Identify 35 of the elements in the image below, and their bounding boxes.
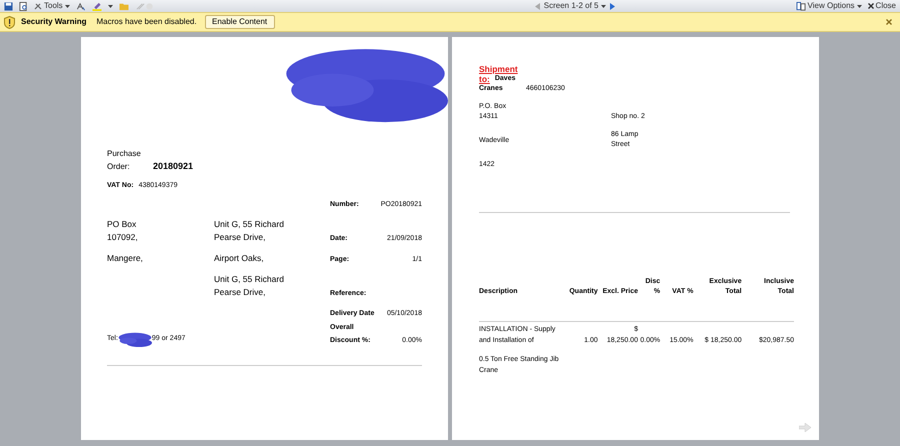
- highlighter-icon[interactable]: [92, 2, 102, 10]
- address-line: Airport Oaks,: [214, 252, 265, 264]
- close-icon[interactable]: [868, 3, 874, 9]
- address-line: Mangere,: [107, 252, 144, 264]
- disabled-tools-icon: [134, 2, 155, 10]
- address-line: Unit G, 55 Richard: [214, 272, 285, 286]
- shipment-heading: Shipment: [479, 64, 519, 74]
- address-line: PO Box: [107, 218, 138, 230]
- shipment-heading: to:: [479, 74, 490, 84]
- macros-message: Macros have been disabled.: [96, 16, 197, 28]
- spelling-icon[interactable]: [76, 2, 86, 10]
- caret-icon[interactable]: [601, 4, 606, 8]
- security-warning-title: Security Warning: [21, 16, 86, 28]
- tools-menu[interactable]: Tools: [34, 0, 70, 12]
- address-line: Pearse Drive,: [214, 286, 266, 298]
- enable-content-button[interactable]: Enable Content: [204, 15, 275, 29]
- redaction-scribble: [118, 332, 152, 348]
- print-preview-icon[interactable]: [19, 2, 28, 10]
- address-line: Unit G, 55 Richard: [214, 218, 285, 230]
- save-icon[interactable]: [4, 2, 13, 10]
- caret-icon[interactable]: [856, 4, 862, 8]
- tools-icon: [34, 2, 42, 10]
- warning-shield-icon: [4, 16, 15, 28]
- address-line: Pearse Drive,: [214, 230, 266, 244]
- caret-icon[interactable]: [64, 4, 70, 8]
- order-number: 20180921: [153, 160, 194, 173]
- next-arrow-icon[interactable]: [610, 2, 616, 10]
- view-options-menu[interactable]: View Options: [796, 0, 862, 12]
- close-button[interactable]: Close: [868, 0, 896, 12]
- address-line: 107092,: [107, 230, 139, 244]
- pages-icon: [796, 2, 806, 10]
- order-label: Order:: [107, 161, 131, 173]
- order-label: Purchase: [107, 148, 142, 160]
- caret-icon[interactable]: [108, 4, 113, 8]
- screen-pager[interactable]: Screen 1-2 of 5: [544, 0, 606, 12]
